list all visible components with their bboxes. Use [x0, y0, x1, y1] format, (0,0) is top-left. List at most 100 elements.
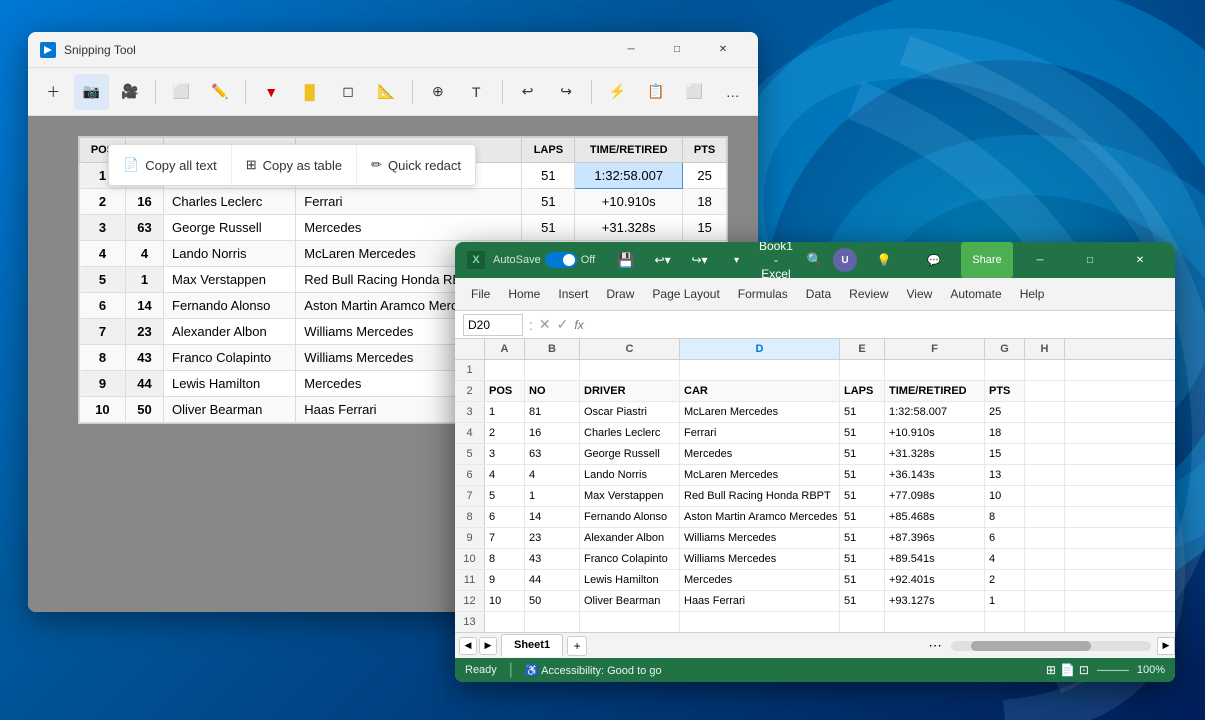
grid-cell[interactable]: LAPS — [840, 381, 885, 401]
grid-cell[interactable] — [1025, 486, 1065, 506]
excel-maximize-button[interactable]: □ — [1067, 242, 1113, 278]
grid-cell[interactable]: 6 — [485, 507, 525, 527]
quick-redact-button[interactable]: ✏ Quick redact — [357, 145, 475, 185]
grid-cell[interactable]: Oliver Bearman — [580, 591, 680, 611]
grid-cell[interactable]: +93.127s — [885, 591, 985, 611]
copy-as-table-button[interactable]: ⊞ Copy as table — [232, 145, 357, 185]
grid-cell[interactable]: George Russell — [580, 444, 680, 464]
grid-cell[interactable]: DRIVER — [580, 381, 680, 401]
grid-cell[interactable]: 1 — [485, 402, 525, 422]
sheet-options-button[interactable]: ⋯ — [925, 637, 945, 655]
grid-cell[interactable] — [1025, 402, 1065, 422]
highlighter-button[interactable]: █ — [292, 74, 326, 110]
excel-minimize-button[interactable]: ─ — [1017, 242, 1063, 278]
grid-cell[interactable] — [525, 612, 580, 632]
grid-cell[interactable]: 9 — [485, 570, 525, 590]
excel-search-button[interactable]: 🔍 — [801, 248, 829, 272]
grid-cell[interactable]: 5 — [485, 486, 525, 506]
grid-cell[interactable]: 23 — [525, 528, 580, 548]
grid-cell[interactable] — [885, 360, 985, 380]
scroll-right-button[interactable]: ▶ — [1157, 637, 1175, 655]
grid-cell[interactable] — [1025, 549, 1065, 569]
grid-cell[interactable] — [1025, 444, 1065, 464]
grid-cell[interactable]: Lewis Hamilton — [580, 570, 680, 590]
grid-cell[interactable]: Franco Colapinto — [580, 549, 680, 569]
grid-cell[interactable] — [1025, 381, 1065, 401]
region-button[interactable]: ⬜ — [164, 74, 198, 110]
excel-save-button[interactable]: 💾 — [611, 242, 640, 278]
grid-cell[interactable]: 1 — [525, 486, 580, 506]
sheet-tab-sheet1[interactable]: Sheet1 — [501, 634, 563, 657]
grid-cell[interactable]: Aston Martin Aramco Mercedes — [680, 507, 840, 527]
ideas-button[interactable]: 💡 — [861, 242, 907, 278]
grid-cell[interactable]: 51 — [840, 465, 885, 485]
grid-cell[interactable]: 43 — [525, 549, 580, 569]
copy-all-text-button[interactable]: 📄 Copy all text — [109, 145, 232, 185]
grid-cell[interactable] — [680, 612, 840, 632]
grid-cell[interactable]: Haas Ferrari — [680, 591, 840, 611]
menu-file[interactable]: File — [463, 283, 498, 305]
grid-cell[interactable]: 50 — [525, 591, 580, 611]
menu-insert[interactable]: Insert — [550, 283, 596, 305]
col-header-h[interactable]: H — [1025, 339, 1065, 359]
grid-cell[interactable]: +92.401s — [885, 570, 985, 590]
grid-cell[interactable]: POS — [485, 381, 525, 401]
sheet-nav-next[interactable]: ▶ — [479, 637, 497, 655]
menu-pagelayout[interactable]: Page Layout — [644, 283, 727, 305]
snipping-close-button[interactable]: ✕ — [700, 32, 746, 68]
excel-undo-button[interactable]: ↩▾ — [648, 242, 677, 278]
grid-cell[interactable]: 8 — [985, 507, 1025, 527]
comments-button[interactable]: 💬 — [911, 242, 957, 278]
text-button[interactable]: T — [459, 74, 493, 110]
share-button[interactable]: ⬜ — [677, 74, 711, 110]
grid-cell[interactable]: TIME/RETIRED — [885, 381, 985, 401]
grid-cell[interactable] — [1025, 465, 1065, 485]
col-header-b[interactable]: B — [525, 339, 580, 359]
autosave-toggle[interactable] — [545, 252, 577, 268]
grid-cell[interactable]: 13 — [985, 465, 1025, 485]
grid-cell[interactable]: 7 — [485, 528, 525, 548]
grid-cell[interactable]: Lando Norris — [580, 465, 680, 485]
grid-cell[interactable]: Mercedes — [680, 570, 840, 590]
grid-cell[interactable] — [525, 360, 580, 380]
grid-cell[interactable] — [840, 360, 885, 380]
grid-cell[interactable]: 81 — [525, 402, 580, 422]
col-header-e[interactable]: E — [840, 339, 885, 359]
grid-cell[interactable] — [1025, 507, 1065, 527]
grid-view-button[interactable]: ⊞ — [1046, 663, 1056, 677]
user-profile-button[interactable]: U — [833, 248, 857, 272]
grid-cell[interactable]: 2 — [485, 423, 525, 443]
grid-cell[interactable]: 51 — [840, 507, 885, 527]
excel-redo-button[interactable]: ↪▾ — [685, 242, 714, 278]
grid-cell[interactable]: 51 — [840, 570, 885, 590]
grid-cell[interactable]: 51 — [840, 528, 885, 548]
menu-automate[interactable]: Automate — [942, 283, 1009, 305]
grid-cell[interactable] — [1025, 591, 1065, 611]
grid-cell[interactable]: NO — [525, 381, 580, 401]
pen-red-button[interactable]: ▼ — [254, 74, 288, 110]
grid-cell[interactable] — [1025, 360, 1065, 380]
grid-cell[interactable]: McLaren Mercedes — [680, 465, 840, 485]
grid-cell[interactable] — [1025, 423, 1065, 443]
grid-cell[interactable] — [840, 612, 885, 632]
grid-cell[interactable] — [580, 360, 680, 380]
sheet-nav-prev[interactable]: ◀ — [459, 637, 477, 655]
grid-cell[interactable]: Williams Mercedes — [680, 528, 840, 548]
grid-cell[interactable]: Williams Mercedes — [680, 549, 840, 569]
grid-cell[interactable]: 1 — [985, 591, 1025, 611]
grid-cell[interactable]: +85.468s — [885, 507, 985, 527]
grid-cell[interactable]: 18 — [985, 423, 1025, 443]
video-button[interactable]: 🎥 — [113, 74, 147, 110]
grid-cell[interactable]: 10 — [485, 591, 525, 611]
grid-cell[interactable]: 14 — [525, 507, 580, 527]
grid-cell[interactable]: 6 — [985, 528, 1025, 548]
grid-cell[interactable] — [1025, 612, 1065, 632]
grid-cell[interactable]: 3 — [485, 444, 525, 464]
grid-cell[interactable] — [985, 612, 1025, 632]
grid-cell[interactable] — [485, 612, 525, 632]
grid-cell[interactable]: +36.143s — [885, 465, 985, 485]
grid-cell[interactable]: Charles Leclerc — [580, 423, 680, 443]
grid-cell[interactable]: 51 — [840, 402, 885, 422]
grid-cell[interactable] — [485, 360, 525, 380]
share-button[interactable]: Share — [961, 242, 1013, 278]
